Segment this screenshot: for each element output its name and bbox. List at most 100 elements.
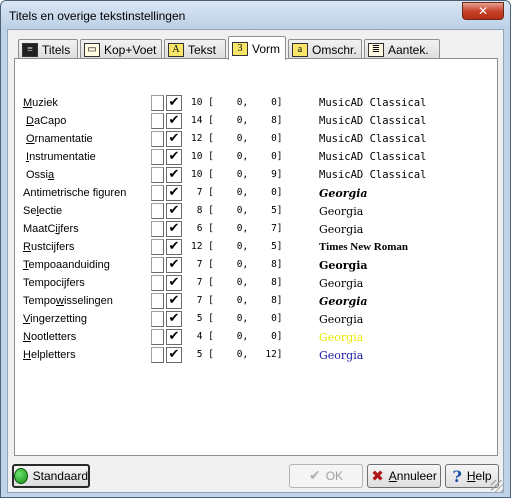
ok-button[interactable]: ✔ OK xyxy=(289,464,363,488)
row-label: Helpletters xyxy=(23,349,76,361)
size-offset-values[interactable]: 7 [ 0, 8] xyxy=(191,295,303,306)
color-picker-box[interactable] xyxy=(151,203,164,219)
enable-checkbox[interactable]: ✔ xyxy=(166,329,182,345)
font-name[interactable]: Georgia xyxy=(319,331,363,344)
enable-checkbox[interactable]: ✔ xyxy=(166,239,182,255)
font-name[interactable]: Times New Roman xyxy=(319,241,408,253)
dialog-client-area: ≡ Titels ▭ Kop+Voet A Tekst 3 Vorm a Oms… xyxy=(7,29,504,493)
tab-label: Titels xyxy=(42,42,71,57)
green-circle-icon xyxy=(14,468,28,484)
close-button[interactable]: ✕ xyxy=(462,2,504,20)
size-offset-values[interactable]: 6 [ 0, 7] xyxy=(191,223,303,234)
tab-vorm[interactable]: 3 Vorm xyxy=(228,36,286,60)
setting-row: Tempowisselingen ✔ 7 [ 0, 8] Georgia xyxy=(15,293,497,311)
color-picker-box[interactable] xyxy=(151,185,164,201)
font-name[interactable]: Georgia xyxy=(319,187,368,200)
font-name[interactable]: MusicAD Classical xyxy=(319,133,426,145)
color-picker-box[interactable] xyxy=(151,293,164,309)
font-name[interactable]: MusicAD Classical xyxy=(319,169,426,181)
color-picker-box[interactable] xyxy=(151,149,164,165)
color-picker-box[interactable] xyxy=(151,221,164,237)
font-name[interactable]: Georgia xyxy=(319,349,363,362)
color-picker-box[interactable] xyxy=(151,275,164,291)
setting-row: MaatCijfers ✔ 6 [ 0, 7] Georgia xyxy=(15,221,497,239)
size-offset-values[interactable]: 12 [ 0, 5] xyxy=(191,241,303,252)
tab-omschr[interactable]: a Omschr. xyxy=(288,39,362,59)
row-label: Muziek xyxy=(23,97,58,109)
color-picker-box[interactable] xyxy=(151,311,164,327)
size-offset-values[interactable]: 10 [ 0, 9] xyxy=(191,169,303,180)
size-offset-values[interactable]: 5 [ 0, 0] xyxy=(191,313,303,324)
size-offset-values[interactable]: 10 [ 0, 0] xyxy=(191,97,303,108)
resize-grip[interactable] xyxy=(491,480,503,492)
checkmark-icon: ✔ xyxy=(308,468,321,484)
color-picker-box[interactable] xyxy=(151,167,164,183)
enable-checkbox[interactable]: ✔ xyxy=(166,347,182,363)
header-footer-icon: ▭ xyxy=(84,42,100,57)
size-offset-values[interactable]: 8 [ 0, 5] xyxy=(191,205,303,216)
row-label: Vingerzetting xyxy=(23,313,88,325)
tab-kop-voet[interactable]: ▭ Kop+Voet xyxy=(80,39,162,59)
color-picker-box[interactable] xyxy=(151,239,164,255)
font-name[interactable]: MusicAD Classical xyxy=(319,97,426,109)
enable-checkbox[interactable]: ✔ xyxy=(166,131,182,147)
size-offset-values[interactable]: 10 [ 0, 0] xyxy=(191,151,303,162)
tab-tekst[interactable]: A Tekst xyxy=(164,39,226,59)
tab-titels[interactable]: ≡ Titels xyxy=(18,39,78,59)
enable-checkbox[interactable]: ✔ xyxy=(166,185,182,201)
color-picker-box[interactable] xyxy=(151,95,164,111)
color-picker-box[interactable] xyxy=(151,131,164,147)
vorm-panel: Muziek ✔ 10 [ 0, 0] MusicAD Classical DaCapo… xyxy=(14,58,498,456)
button-bar: Standaard ✔ OK ✖ Annuleer ? Help xyxy=(8,462,503,492)
size-offset-values[interactable]: 7 [ 0, 8] xyxy=(191,259,303,270)
cancel-button[interactable]: ✖ Annuleer xyxy=(367,464,441,488)
row-label: Instrumentatie xyxy=(26,151,96,163)
color-picker-box[interactable] xyxy=(151,329,164,345)
font-name[interactable]: MusicAD Classical xyxy=(319,115,426,127)
ok-button-label: OK xyxy=(325,469,344,483)
font-name[interactable]: Georgia xyxy=(319,277,363,290)
color-picker-box[interactable] xyxy=(151,347,164,363)
dialog-window: Titels en overige tekstinstellingen ✕ ≡ … xyxy=(0,0,511,498)
question-mark-icon: ? xyxy=(452,466,462,486)
title-bar[interactable]: Titels en overige tekstinstellingen ✕ xyxy=(1,1,510,29)
enable-checkbox[interactable]: ✔ xyxy=(166,257,182,273)
notes-icon: ≣ xyxy=(368,42,384,57)
font-name[interactable]: Georgia xyxy=(319,295,368,308)
setting-row: Ornamentatie ✔ 12 [ 0, 0] MusicAD Classical xyxy=(15,131,497,149)
font-name[interactable]: Georgia xyxy=(319,259,368,272)
enable-checkbox[interactable]: ✔ xyxy=(166,167,182,183)
setting-row: Rustcijfers ✔ 12 [ 0, 5] Times New Roman xyxy=(15,239,497,257)
size-offset-values[interactable]: 14 [ 0, 8] xyxy=(191,115,303,126)
color-picker-box[interactable] xyxy=(151,113,164,129)
setting-row: Muziek ✔ 10 [ 0, 0] MusicAD Classical xyxy=(15,95,497,113)
setting-row: Helpletters ✔ 5 [ 0, 12] Georgia xyxy=(15,347,497,365)
standard-button[interactable]: Standaard xyxy=(12,464,90,488)
enable-checkbox[interactable]: ✔ xyxy=(166,149,182,165)
tab-aantek[interactable]: ≣ Aantek. xyxy=(364,39,440,59)
size-offset-values[interactable]: 7 [ 0, 0] xyxy=(191,187,303,198)
row-label: Nootletters xyxy=(23,331,77,343)
font-name[interactable]: Georgia xyxy=(319,205,363,218)
size-offset-values[interactable]: 7 [ 0, 8] xyxy=(191,277,303,288)
size-offset-values[interactable]: 12 [ 0, 0] xyxy=(191,133,303,144)
font-name[interactable]: Georgia xyxy=(319,313,363,326)
row-label: Antimetrische figuren xyxy=(23,187,127,199)
enable-checkbox[interactable]: ✔ xyxy=(166,95,182,111)
enable-checkbox[interactable]: ✔ xyxy=(166,311,182,327)
enable-checkbox[interactable]: ✔ xyxy=(166,113,182,129)
row-label: Tempocijfers xyxy=(23,277,85,289)
enable-checkbox[interactable]: ✔ xyxy=(166,203,182,219)
setting-row: DaCapo ✔ 14 [ 0, 8] MusicAD Classical xyxy=(15,113,497,131)
row-label: MaatCijfers xyxy=(23,223,79,235)
row-label: DaCapo xyxy=(26,115,67,127)
color-picker-box[interactable] xyxy=(151,257,164,273)
size-offset-values[interactable]: 5 [ 0, 12] xyxy=(191,349,303,360)
size-offset-values[interactable]: 4 [ 0, 0] xyxy=(191,331,303,342)
font-name[interactable]: Georgia xyxy=(319,223,363,236)
enable-checkbox[interactable]: ✔ xyxy=(166,275,182,291)
enable-checkbox[interactable]: ✔ xyxy=(166,293,182,309)
enable-checkbox[interactable]: ✔ xyxy=(166,221,182,237)
font-name[interactable]: MusicAD Classical xyxy=(319,151,426,163)
setting-row: Tempocijfers ✔ 7 [ 0, 8] Georgia xyxy=(15,275,497,293)
